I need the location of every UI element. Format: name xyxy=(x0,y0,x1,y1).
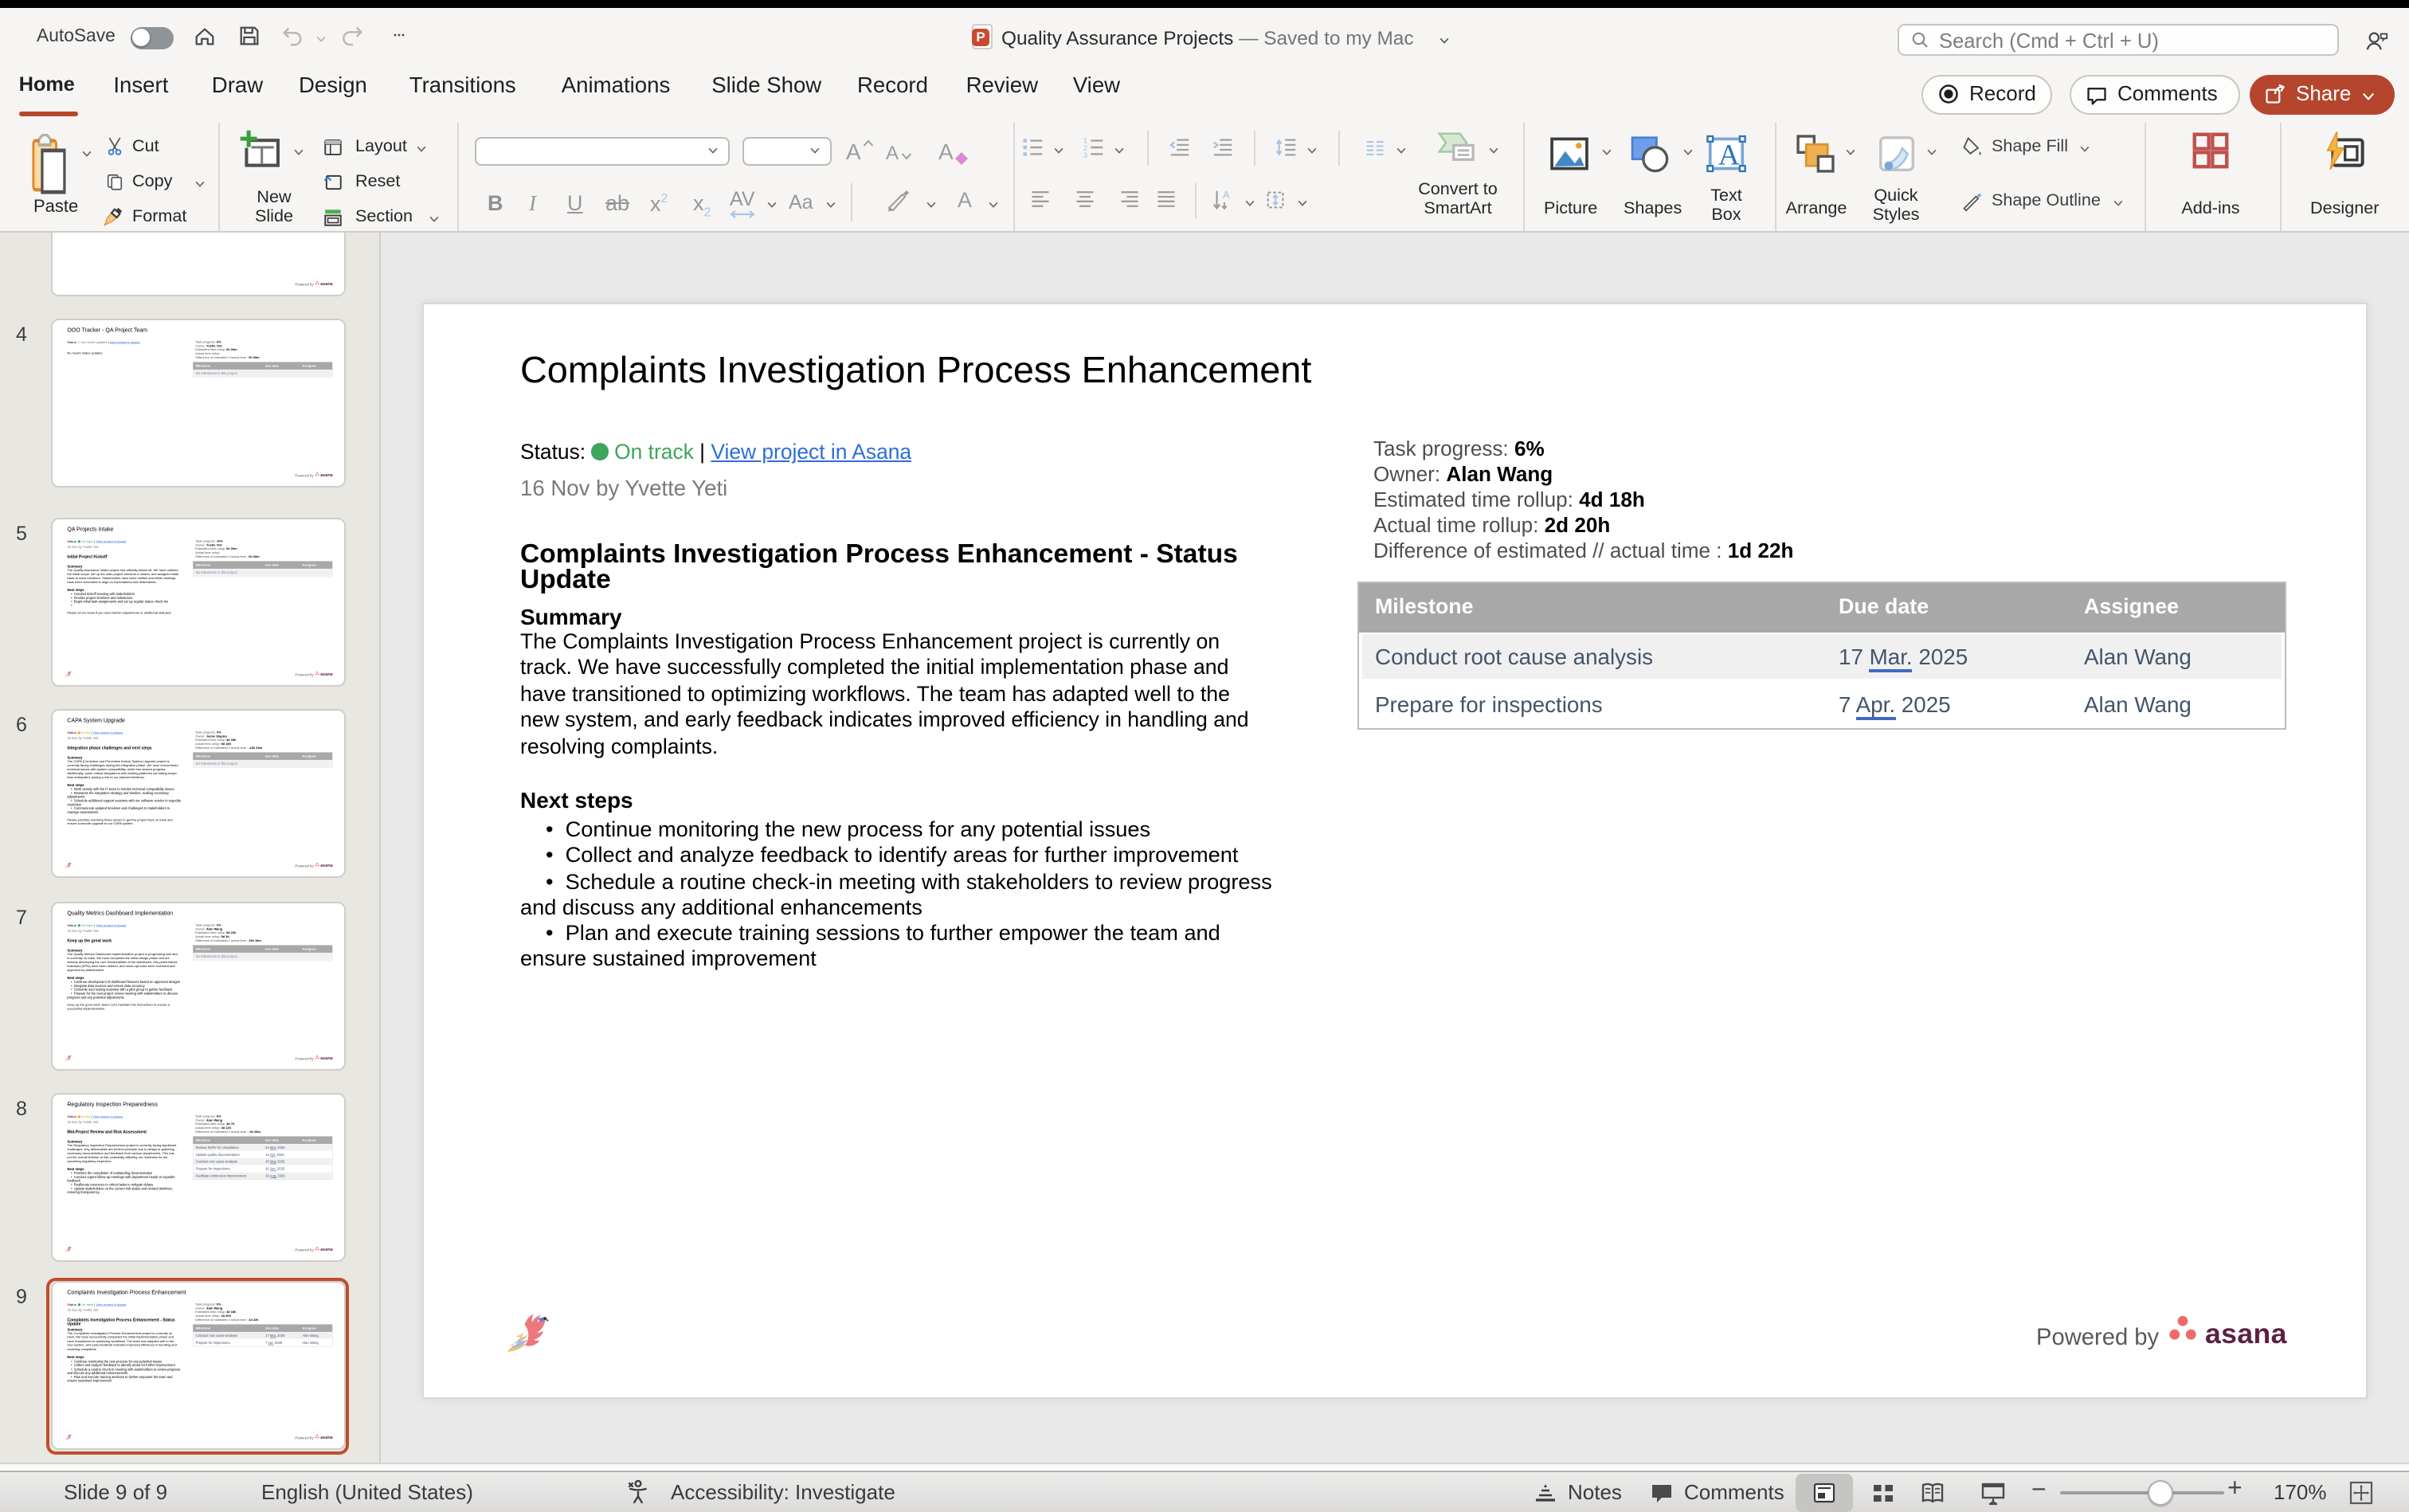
svg-text:A: A xyxy=(1718,139,1740,171)
svg-text:A: A xyxy=(1223,188,1230,200)
svg-text:3: 3 xyxy=(1083,151,1087,159)
